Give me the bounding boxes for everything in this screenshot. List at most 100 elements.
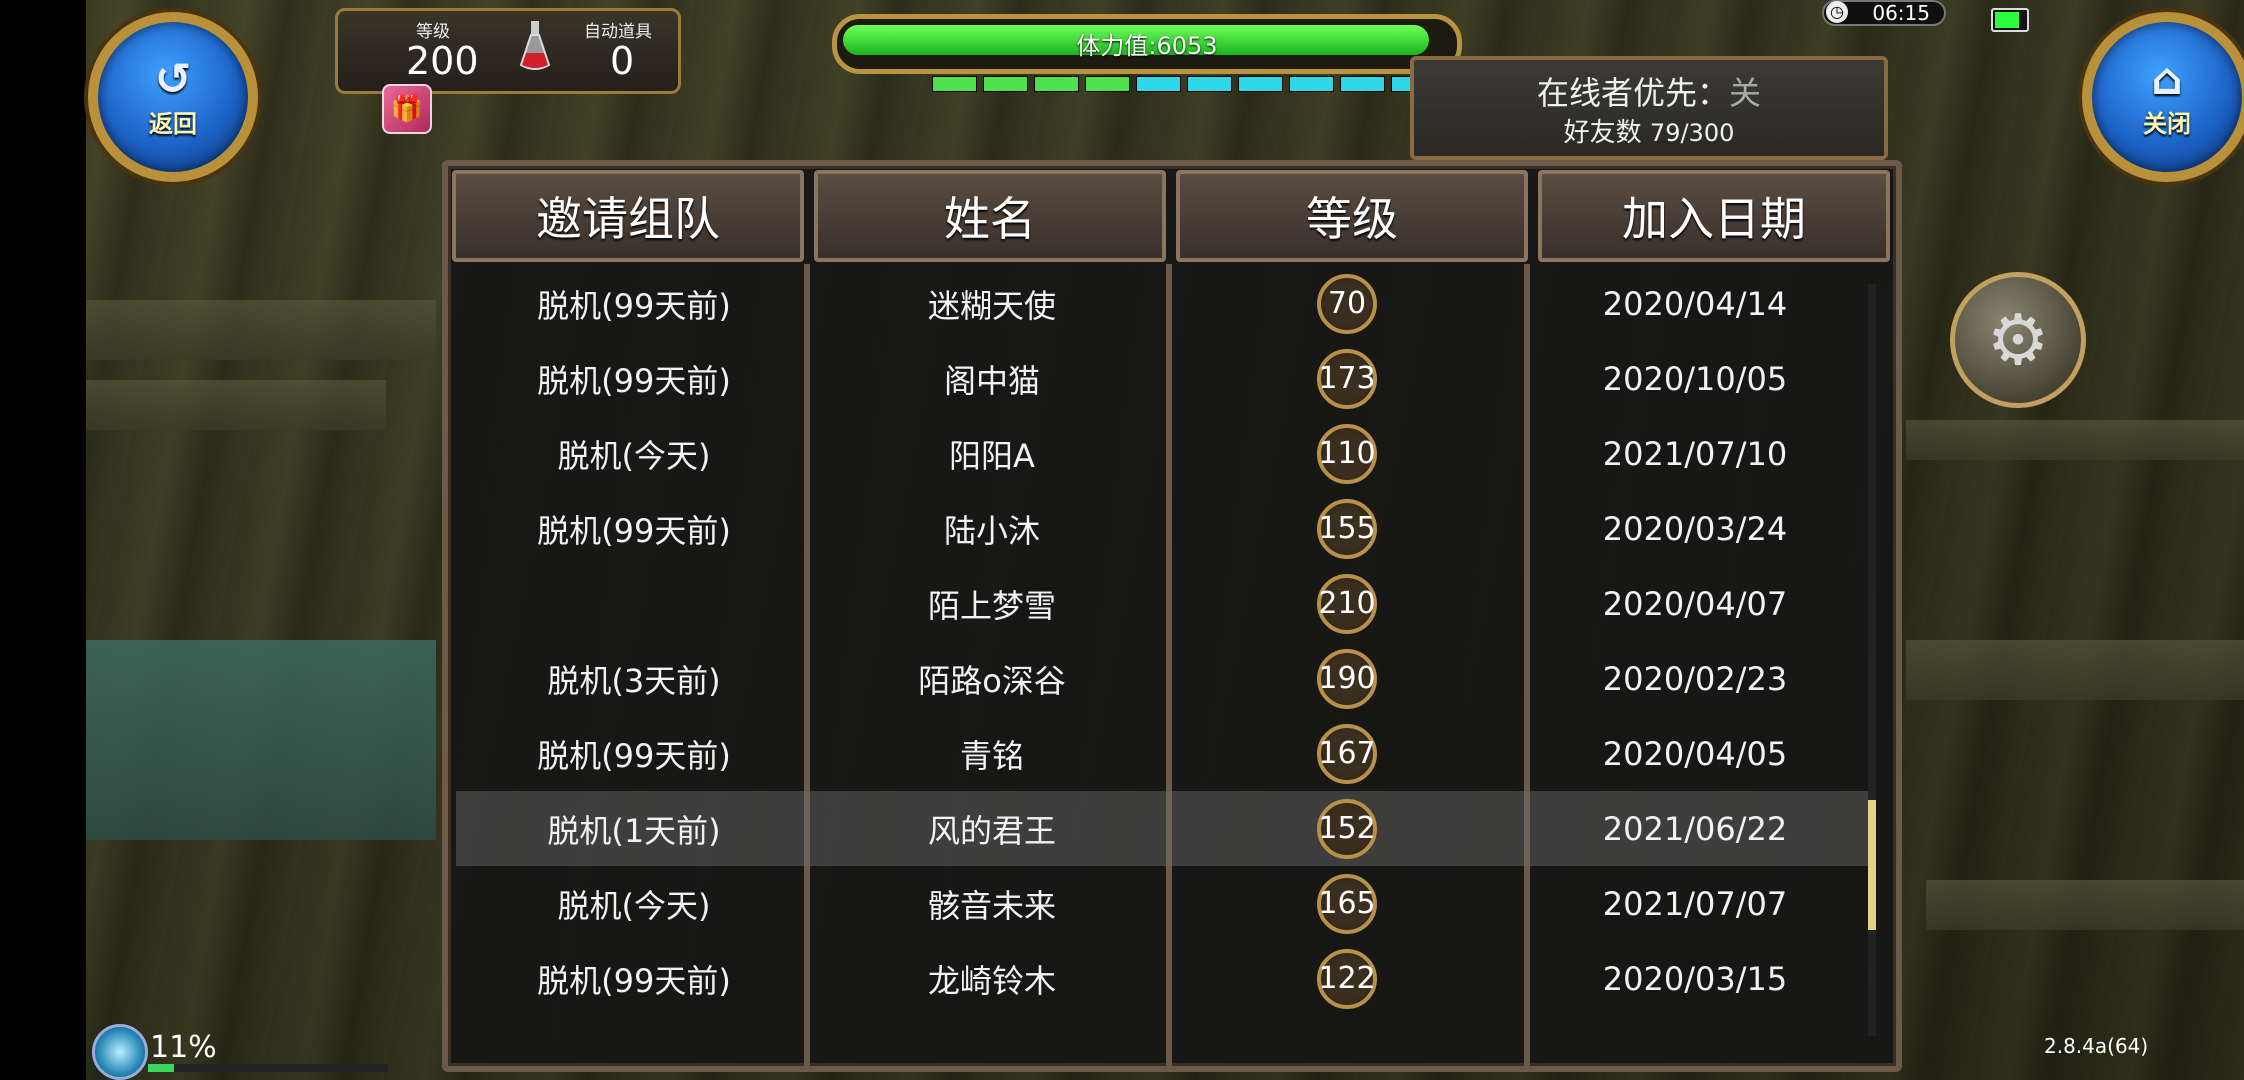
friend-count-value: 79/300 xyxy=(1649,119,1735,147)
potion-icon xyxy=(519,21,551,70)
friend-level-cell: 70 xyxy=(1172,273,1522,334)
friend-join-date: 2020/04/05 xyxy=(1602,734,1788,773)
table-row[interactable]: 脱机(99天前) 阁中猫 173 2020/10/05 xyxy=(456,341,1868,416)
friend-name: 青铭 xyxy=(959,736,1024,775)
level-badge: 152 xyxy=(1317,798,1377,859)
download-progress-fill xyxy=(148,1064,175,1072)
table-row[interactable]: 陌上梦雪 210 2020/04/07 xyxy=(456,566,1868,641)
level-badge: 155 xyxy=(1317,498,1377,559)
battery-icon xyxy=(1991,8,2029,32)
home-icon: ⌂ xyxy=(2151,53,2183,105)
table-row[interactable]: 脱机(3天前) 陌路o深谷 190 2020/02/23 xyxy=(456,641,1868,716)
friend-level-cell: 110 xyxy=(1172,423,1522,484)
gear-icon: ⚙ xyxy=(1986,299,2050,381)
table-row[interactable]: 脱机(今天) 阳阳A 110 2021/07/10 xyxy=(456,416,1868,491)
friend-level-cell: 165 xyxy=(1172,873,1522,934)
friend-name: 阳阳A xyxy=(949,436,1035,475)
friends-table: 邀请组队 姓名 等级 加入日期 脱机(99天前) 迷糊天使 70 2020/04/14… xyxy=(442,160,1902,1072)
friend-count-line: 好友数 79/300 xyxy=(1414,112,1884,149)
friend-join-date: 2020/10/05 xyxy=(1602,359,1788,398)
online-priority-value: 关 xyxy=(1729,74,1762,112)
scrollbar[interactable] xyxy=(1868,284,1876,1036)
online-priority-line[interactable]: 在线者优先：关 xyxy=(1414,68,1884,114)
friend-status: 脱机(99天前) xyxy=(537,961,731,1000)
friend-level-cell: 210 xyxy=(1172,573,1522,634)
table-row[interactable]: 脱机(99天前) 迷糊天使 70 2020/04/14 xyxy=(456,266,1868,341)
table-row[interactable]: 脱机(今天) 骸音未来 165 2021/07/07 xyxy=(456,866,1868,941)
table-row[interactable]: 脱机(99天前) 陆小沐 155 2020/03/24 xyxy=(456,491,1868,566)
version-label: 2.8.4a(64) xyxy=(2044,1034,2149,1058)
energy-segment xyxy=(1289,76,1334,92)
close-button[interactable]: ⌂ 关闭 xyxy=(2082,12,2244,182)
friend-name: 风的君王 xyxy=(927,811,1056,850)
stamina-label: 体力值:6053 xyxy=(1076,32,1218,60)
friend-status: 脱机(今天) xyxy=(557,886,711,925)
energy-segment xyxy=(932,76,977,92)
level-badge: 110 xyxy=(1317,423,1377,484)
friend-level-cell: 122 xyxy=(1172,948,1522,1009)
download-orb-icon xyxy=(92,1024,148,1080)
friend-name: 陆小沐 xyxy=(943,511,1040,550)
friend-join-date: 2020/03/24 xyxy=(1602,509,1788,548)
friend-status: 脱机(99天前) xyxy=(537,286,731,325)
energy-segment xyxy=(1187,76,1232,92)
header-join-date[interactable]: 加入日期 xyxy=(1538,170,1890,262)
energy-segment xyxy=(1136,76,1181,92)
friend-join-date: 2020/02/23 xyxy=(1602,659,1788,698)
table-row[interactable]: 脱机(99天前) 龙崎铃木 122 2020/03/15 xyxy=(456,941,1868,1016)
clock-icon: ◷ xyxy=(1826,1,1848,23)
friend-level-cell: 167 xyxy=(1172,723,1522,784)
friend-count-label: 好友数 xyxy=(1563,118,1642,148)
battery-fill xyxy=(1995,12,2019,28)
player-info-panel: 等级 200 自动道具 0 xyxy=(335,8,681,94)
header-name[interactable]: 姓名 xyxy=(814,170,1166,262)
friend-level-cell: 155 xyxy=(1172,498,1522,559)
stamina-bar: 体力值:6053 xyxy=(832,14,1462,74)
left-black-bar xyxy=(0,0,86,1080)
friend-join-date: 2020/04/07 xyxy=(1602,584,1788,623)
friend-name: 骸音未来 xyxy=(927,886,1056,925)
download-progress-bar xyxy=(148,1064,388,1072)
friends-list[interactable]: 脱机(99天前) 迷糊天使 70 2020/04/14 脱机(99天前) 阁中猫 173 20… xyxy=(456,264,1868,1056)
level-badge: 122 xyxy=(1317,948,1377,1009)
download-percent: 11% xyxy=(150,1030,217,1065)
header-invite-team[interactable]: 邀请组队 xyxy=(452,170,804,262)
friend-join-date: 2021/07/10 xyxy=(1602,434,1788,473)
table-row[interactable]: 脱机(1天前) 风的君王 152 2021/06/22 xyxy=(456,791,1868,866)
clock-time: 06:15 xyxy=(1872,1,1930,25)
friend-name: 陌路o深谷 xyxy=(918,661,1066,700)
level-badge: 190 xyxy=(1317,648,1377,709)
friend-name: 龙崎铃木 xyxy=(927,961,1056,1000)
online-priority-label: 在线者优先： xyxy=(1536,74,1729,112)
level-badge: 70 xyxy=(1317,273,1377,334)
energy-segment xyxy=(983,76,1028,92)
auto-item-value: 0 xyxy=(610,39,635,83)
friend-status: 脱机(3天前) xyxy=(547,661,721,700)
friend-join-date: 2020/04/14 xyxy=(1602,284,1788,323)
friend-join-date: 2021/06/22 xyxy=(1602,809,1788,848)
friend-level-cell: 152 xyxy=(1172,798,1522,859)
online-priority-panel[interactable]: 在线者优先：关 好友数 79/300 xyxy=(1410,56,1888,160)
header-level[interactable]: 等级 xyxy=(1176,170,1528,262)
energy-segments xyxy=(932,76,1436,92)
table-row[interactable]: 脱机(99天前) 青铭 167 2020/04/05 xyxy=(456,716,1868,791)
friend-status: 脱机(1天前) xyxy=(547,811,721,850)
scrollbar-thumb[interactable] xyxy=(1868,800,1876,931)
energy-segment xyxy=(1034,76,1079,92)
settings-gear-button[interactable]: ⚙ xyxy=(1950,272,2086,408)
level-badge: 173 xyxy=(1317,348,1377,409)
friend-status: 脱机(99天前) xyxy=(537,736,731,775)
gift-icon[interactable]: 🎁 xyxy=(382,84,432,134)
friend-name: 迷糊天使 xyxy=(927,286,1056,325)
friend-status: 脱机(99天前) xyxy=(537,361,731,400)
friend-status: 脱机(99天前) xyxy=(537,511,731,550)
level-badge: 165 xyxy=(1317,873,1377,934)
energy-segment xyxy=(1340,76,1385,92)
friend-level-cell: 190 xyxy=(1172,648,1522,709)
friend-name: 陌上梦雪 xyxy=(927,586,1056,625)
close-label: 关闭 xyxy=(2143,109,2191,138)
energy-segment xyxy=(1085,76,1130,92)
friend-level-cell: 173 xyxy=(1172,348,1522,409)
level-badge: 210 xyxy=(1317,573,1377,634)
back-button[interactable]: ↺ 返回 xyxy=(88,12,258,182)
